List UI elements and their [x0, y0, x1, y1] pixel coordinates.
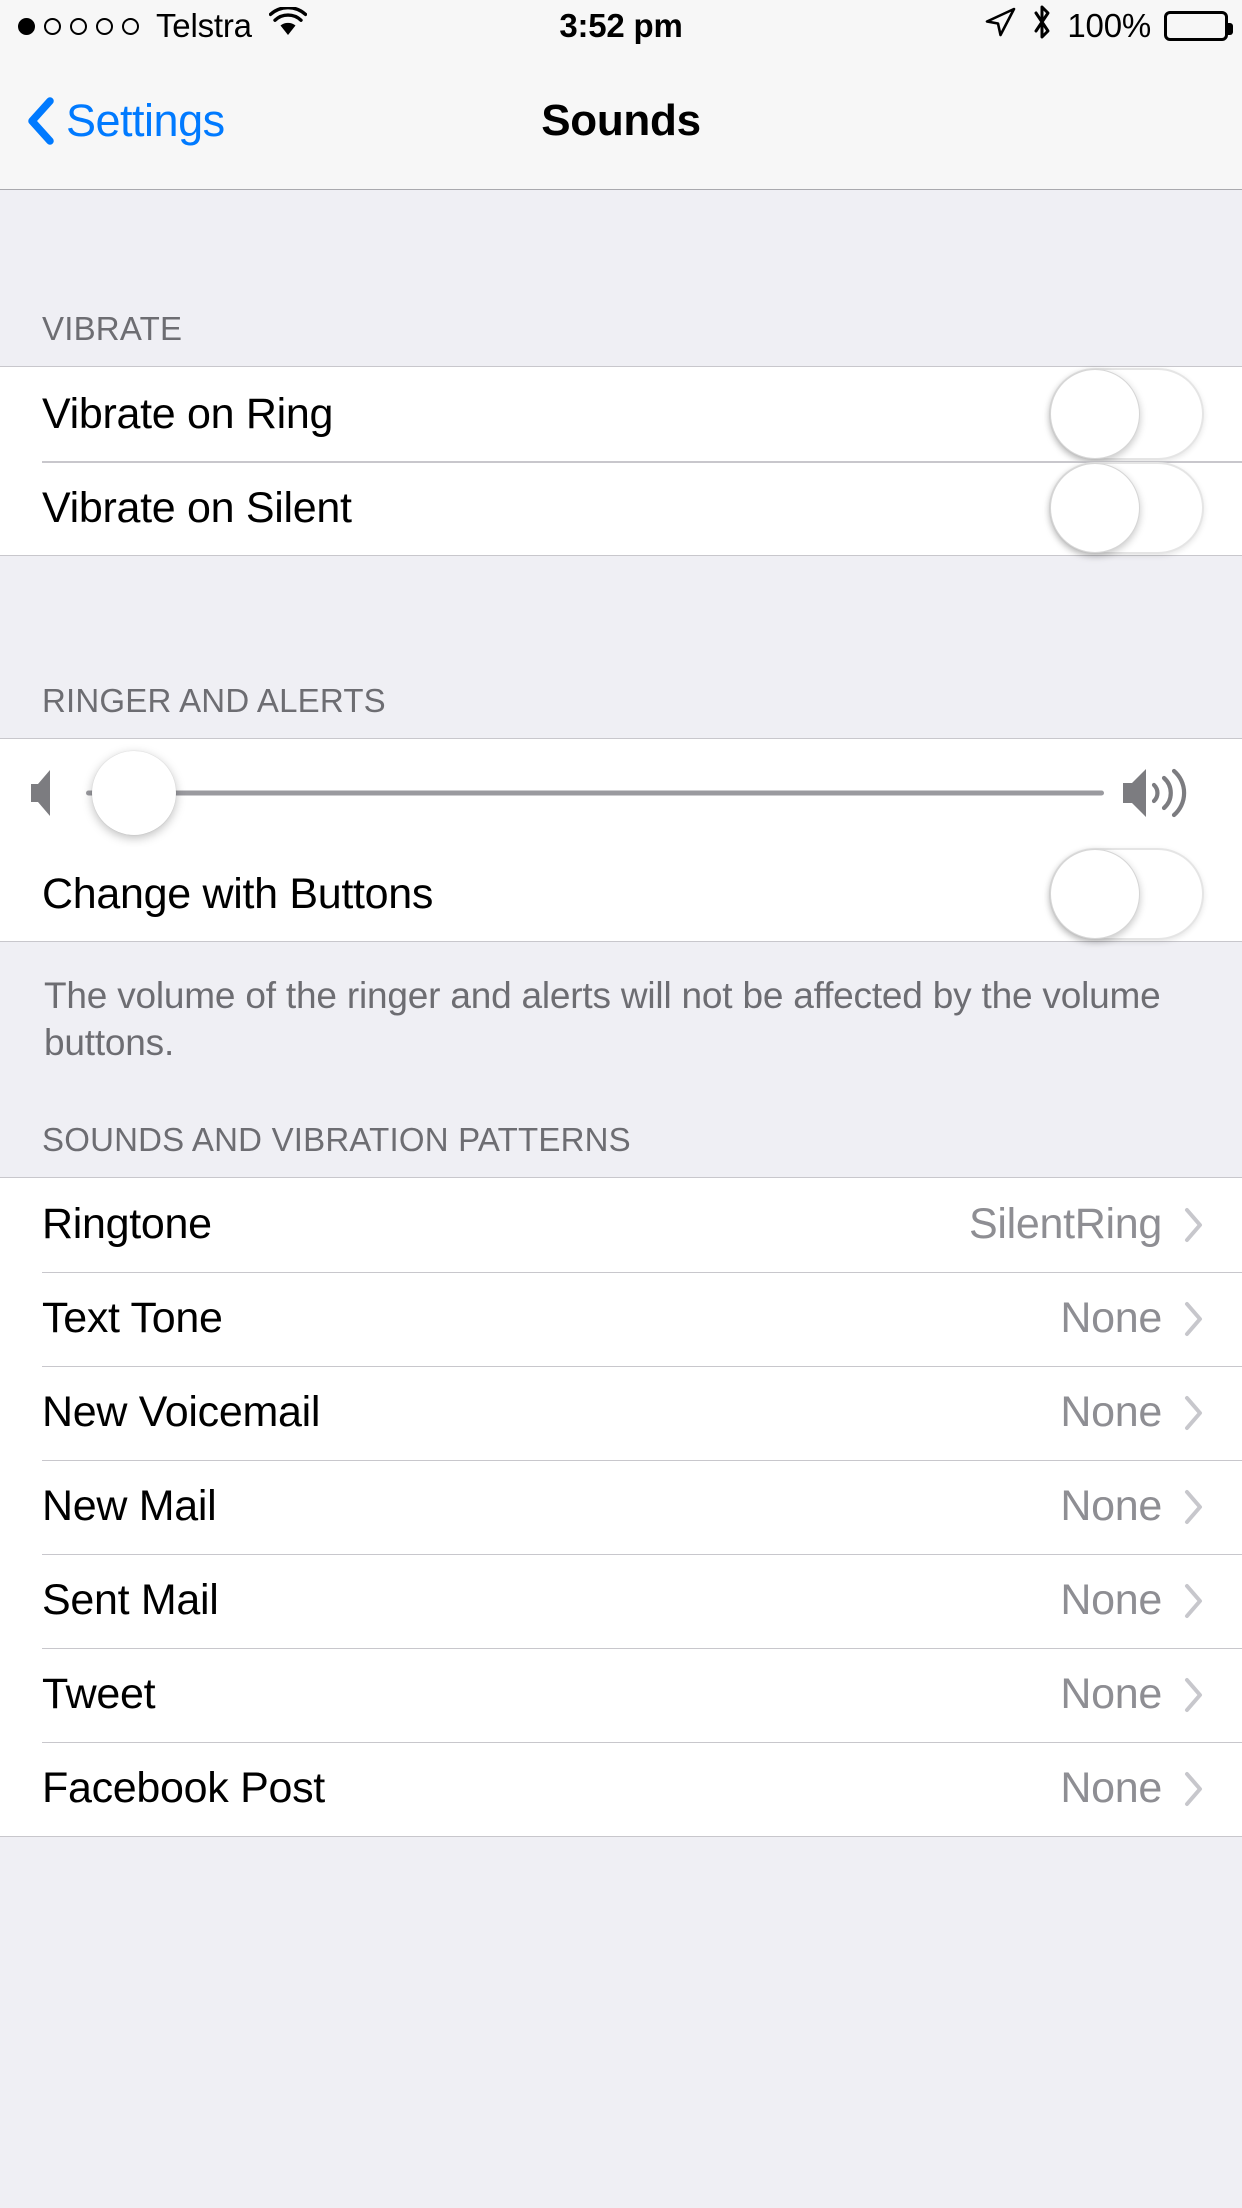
sounds-settings-screen: Telstra 3:52 pm 100% Settings Sounds VIB… — [0, 0, 1242, 2208]
text-tone-right: None — [1060, 1294, 1204, 1343]
sounds-cell-group: Ringtone SilentRing Text Tone None New V… — [0, 1176, 1242, 1837]
speaker-low-icon — [28, 766, 68, 820]
sent-mail-value: None — [1060, 1576, 1162, 1625]
ringtone-row[interactable]: Ringtone SilentRing — [0, 1177, 1242, 1272]
battery-percent-label: 100% — [1067, 7, 1151, 44]
vibrate-on-ring-toggle[interactable] — [1049, 368, 1204, 460]
sounds-section-header: SOUNDS AND VIBRATION PATTERNS — [0, 1090, 1242, 1177]
ringtone-value: SilentRing — [969, 1200, 1162, 1249]
ringtone-label: Ringtone — [42, 1200, 212, 1249]
text-tone-value: None — [1060, 1294, 1162, 1343]
page-title: Sounds — [541, 95, 701, 145]
ringer-cell-group: Change with Buttons — [0, 738, 1242, 942]
toggle-knob — [1050, 463, 1140, 553]
chevron-right-icon — [1184, 1301, 1204, 1337]
slider-thumb[interactable] — [92, 751, 176, 835]
change-with-buttons-toggle[interactable] — [1049, 848, 1204, 940]
change-with-buttons-row[interactable]: Change with Buttons — [0, 847, 1242, 941]
new-voicemail-label: New Voicemail — [42, 1388, 321, 1437]
ringtone-right: SilentRing — [969, 1200, 1204, 1249]
tweet-right: None — [1060, 1670, 1204, 1719]
ringer-volume-slider-row[interactable] — [0, 739, 1242, 847]
chevron-right-icon — [1184, 1207, 1204, 1243]
status-bar-right: 100% — [983, 4, 1233, 48]
vibrate-on-silent-label: Vibrate on Silent — [42, 483, 352, 532]
sent-mail-right: None — [1060, 1576, 1204, 1625]
new-mail-value: None — [1060, 1482, 1162, 1531]
sent-mail-label: Sent Mail — [42, 1576, 219, 1625]
ringer-footer-note: The volume of the ringer and alerts will… — [0, 942, 1242, 1091]
tweet-row[interactable]: Tweet None — [0, 1647, 1242, 1742]
ringer-section-header: RINGER AND ALERTS — [0, 654, 1242, 738]
vibrate-cell-group: Vibrate on Ring Vibrate on Silent — [0, 366, 1242, 556]
text-tone-row[interactable]: Text Tone None — [0, 1271, 1242, 1366]
facebook-post-row[interactable]: Facebook Post None — [0, 1741, 1242, 1836]
slider-track — [86, 790, 1104, 796]
vibrate-on-ring-label: Vibrate on Ring — [42, 389, 334, 438]
tweet-label: Tweet — [42, 1670, 156, 1719]
facebook-post-label: Facebook Post — [42, 1764, 325, 1813]
chevron-right-icon — [1184, 1677, 1204, 1713]
speaker-high-icon — [1120, 764, 1204, 822]
location-arrow-icon — [983, 5, 1017, 47]
chevron-right-icon — [1184, 1771, 1204, 1807]
ringer-header-label: RINGER AND ALERTS — [42, 682, 386, 719]
sounds-header-label: SOUNDS AND VIBRATION PATTERNS — [42, 1120, 631, 1158]
navigation-bar: Settings Sounds — [0, 52, 1242, 190]
new-voicemail-right: None — [1060, 1388, 1204, 1437]
battery-full-icon — [1164, 11, 1233, 41]
new-mail-label: New Mail — [42, 1482, 217, 1531]
ringer-section-gap — [0, 556, 1242, 654]
bluetooth-icon — [1030, 4, 1054, 48]
new-voicemail-row[interactable]: New Voicemail None — [0, 1365, 1242, 1460]
chevron-right-icon — [1184, 1489, 1204, 1525]
chevron-right-icon — [1184, 1395, 1204, 1431]
new-mail-right: None — [1060, 1482, 1204, 1531]
vibrate-on-silent-toggle[interactable] — [1049, 462, 1204, 554]
change-with-buttons-label: Change with Buttons — [42, 869, 434, 918]
new-voicemail-value: None — [1060, 1388, 1162, 1437]
vibrate-section-header: VIBRATE — [0, 278, 1242, 366]
tweet-value: None — [1060, 1670, 1162, 1719]
volume-slider[interactable] — [86, 747, 1104, 839]
new-mail-row[interactable]: New Mail None — [0, 1459, 1242, 1554]
facebook-post-right: None — [1060, 1764, 1204, 1813]
sent-mail-row[interactable]: Sent Mail None — [0, 1553, 1242, 1648]
vibrate-on-silent-row[interactable]: Vibrate on Silent — [0, 461, 1242, 555]
vibrate-header-label: VIBRATE — [42, 310, 183, 347]
toggle-knob — [1050, 849, 1140, 939]
chevron-right-icon — [1184, 1583, 1204, 1619]
vibrate-section-top-spacer — [0, 190, 1242, 278]
status-bar: Telstra 3:52 pm 100% — [0, 0, 1242, 52]
facebook-post-value: None — [1060, 1764, 1162, 1813]
vibrate-on-ring-row[interactable]: Vibrate on Ring — [0, 367, 1242, 461]
toggle-knob — [1050, 369, 1140, 459]
text-tone-label: Text Tone — [42, 1294, 223, 1343]
